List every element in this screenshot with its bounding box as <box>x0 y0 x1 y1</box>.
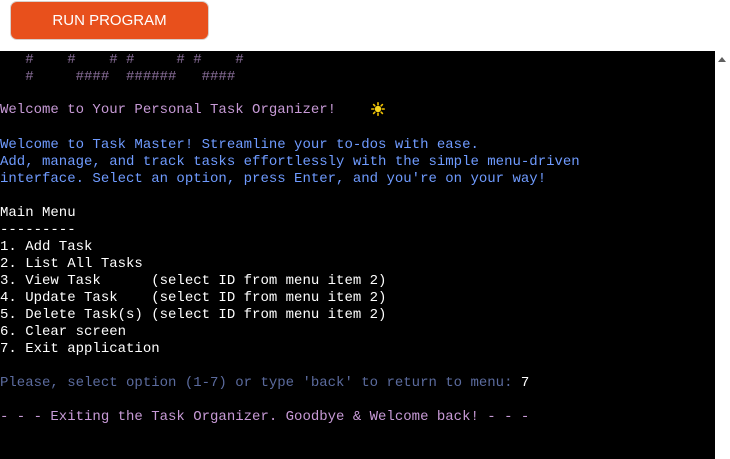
top-bar: RUN PROGRAM <box>0 0 730 51</box>
goodbye-message: - - - Exiting the Task Organizer. Goodby… <box>0 409 530 425</box>
scroll-up-arrow-icon[interactable] <box>718 57 726 62</box>
menu-item: 2. List All Tasks <box>0 256 143 272</box>
menu-item: 4. Update Task (select ID from menu item… <box>0 290 387 306</box>
menu-title: Main Menu <box>0 205 76 221</box>
menu-item: 7. Exit application <box>0 341 160 357</box>
menu-item: 1. Add Task <box>0 239 93 255</box>
scroll-thumb[interactable] <box>719 121 726 441</box>
typed-input-value[interactable]: 7 <box>521 375 529 391</box>
ascii-banner-line: # # # # # # # <box>0 52 244 68</box>
intro-line: interface. Select an option, press Enter… <box>0 171 547 187</box>
intro-line: Add, manage, and track tasks effortlessl… <box>0 154 580 170</box>
ascii-banner-line: # #### ###### #### <box>0 69 236 85</box>
welcome-title: Welcome to Your Personal Task Organizer! <box>0 102 345 118</box>
menu-item: 6. Clear screen <box>0 324 127 340</box>
sun-icon <box>371 102 385 116</box>
vertical-scrollbar[interactable] <box>715 51 730 459</box>
run-program-button[interactable]: RUN PROGRAM <box>10 1 209 40</box>
menu-item: 3. View Task (select ID from menu item 2… <box>0 273 387 289</box>
intro-line: Welcome to Task Master! Streamline your … <box>0 137 479 153</box>
input-prompt: Please, select option (1-7) or type 'bac… <box>0 375 521 391</box>
terminal-output[interactable]: # # # # # # # # #### ###### #### Welcome… <box>0 51 715 459</box>
menu-item: 5. Delete Task(s) (select ID from menu i… <box>0 307 387 323</box>
menu-rule: --------- <box>0 222 76 238</box>
input-prompt-line: Please, select option (1-7) or type 'bac… <box>0 375 529 392</box>
